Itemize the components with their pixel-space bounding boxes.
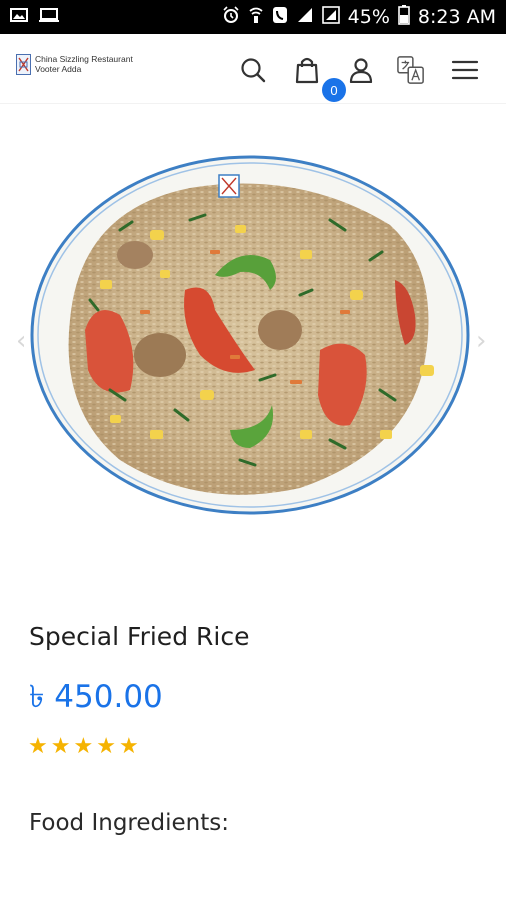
menu-icon[interactable] xyxy=(451,56,479,84)
logo-line-1: China Sizzling Restaurant xyxy=(35,54,133,64)
translate-icon[interactable] xyxy=(397,56,425,84)
product-price: ৳ 450.00 xyxy=(29,679,163,715)
star-rating: ★ ★ ★ ★ ★ xyxy=(28,734,139,760)
product-image[interactable] xyxy=(0,130,506,540)
carousel-prev-button[interactable]: ‹ xyxy=(16,326,26,356)
ingredients-heading: Food Ingredients: xyxy=(29,810,229,836)
star-icon: ★ xyxy=(28,734,48,759)
status-bar: 45% 8:23 AM xyxy=(0,0,506,34)
product-title: Special Fried Rice xyxy=(29,622,250,651)
carousel-next-button[interactable]: › xyxy=(476,326,486,356)
logo-text: China Sizzling Restaurant Vooter Adda xyxy=(35,54,133,74)
clock-time: 8:23 AM xyxy=(417,6,496,28)
logo-mark-icon xyxy=(16,54,31,75)
star-icon: ★ xyxy=(118,734,139,759)
star-icon: ★ xyxy=(50,734,71,759)
laptop-icon xyxy=(38,7,60,27)
logo-line-2: Vooter Adda xyxy=(35,64,82,74)
cart-count-badge: 0 xyxy=(322,78,346,102)
search-icon[interactable] xyxy=(239,56,267,84)
wifi-call-icon xyxy=(248,6,264,29)
cart-icon[interactable] xyxy=(293,56,321,84)
restaurant-logo[interactable]: China Sizzling Restaurant Vooter Adda xyxy=(16,54,133,75)
star-icon: ★ xyxy=(96,734,116,759)
star-icon: ★ xyxy=(73,734,94,759)
user-icon[interactable] xyxy=(347,56,375,84)
signal-icon xyxy=(296,6,314,28)
battery-percent: 45% xyxy=(347,6,390,28)
app-header: China Sizzling Restaurant Vooter Adda 0 xyxy=(0,34,506,104)
battery-icon xyxy=(398,4,410,30)
gallery-icon xyxy=(10,7,28,27)
alarm-icon xyxy=(222,5,240,29)
phone-icon xyxy=(272,6,288,29)
signal-box-icon xyxy=(321,5,340,29)
